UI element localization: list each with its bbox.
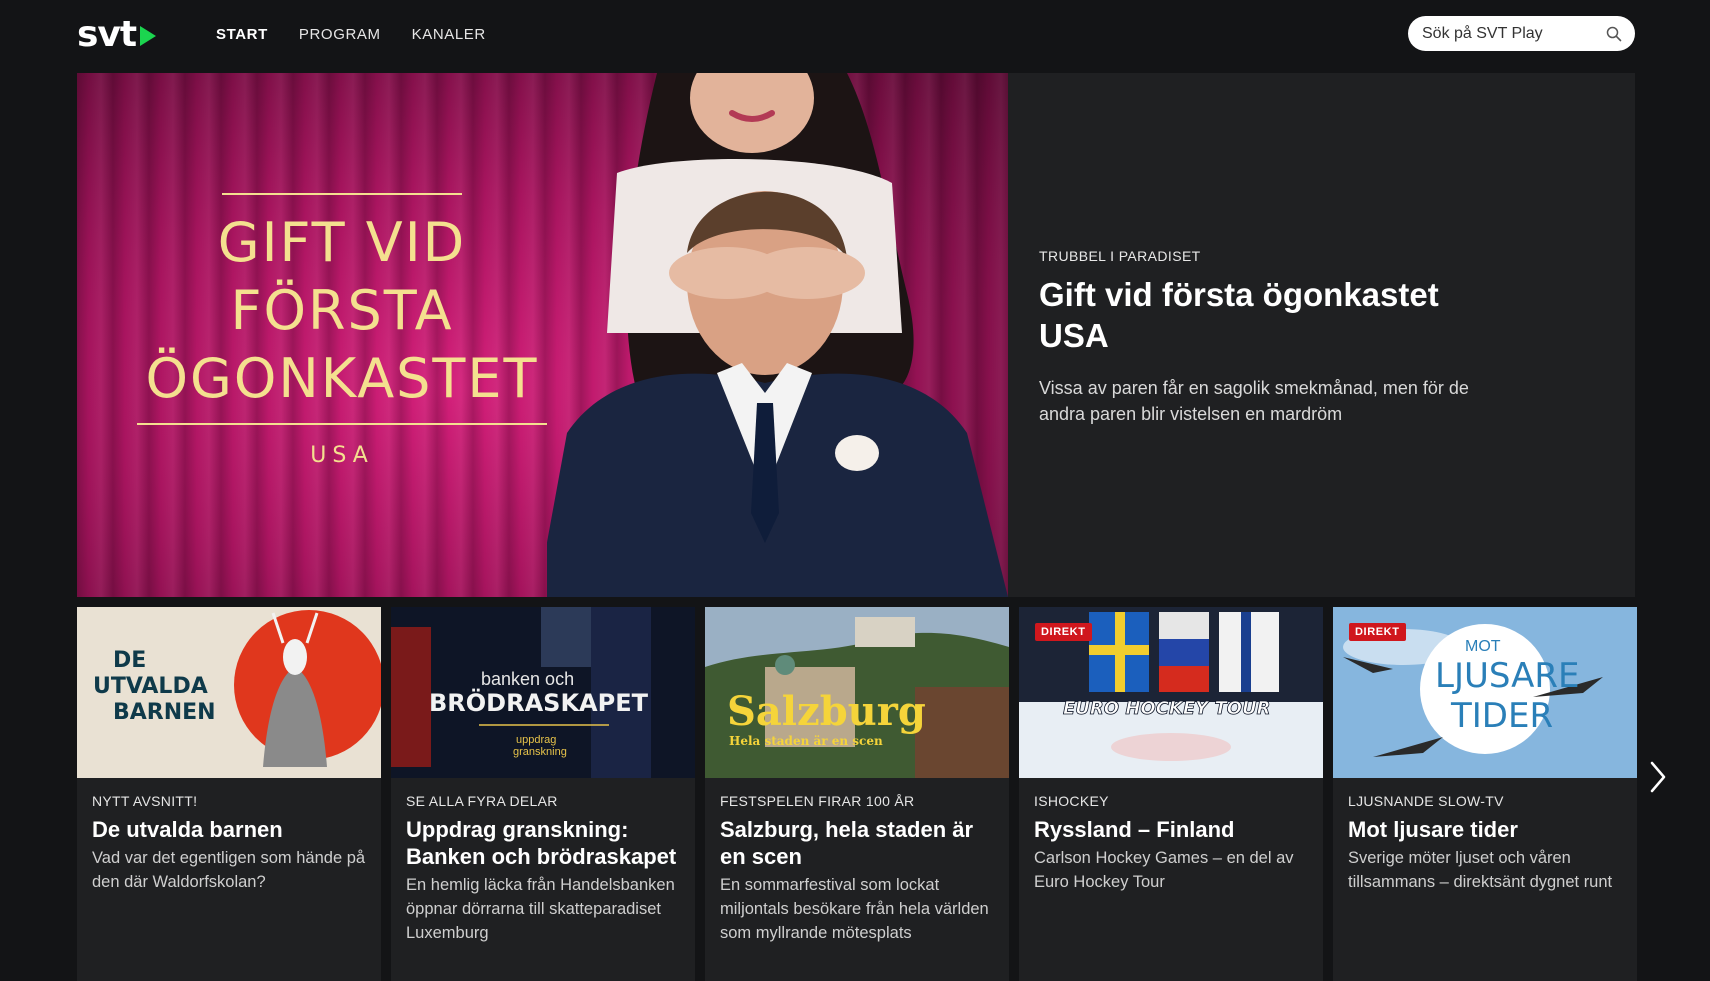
- card-description: Sverige möter ljuset och våren tillsamma…: [1348, 849, 1613, 891]
- card-kicker: SE ALLA FYRA DELAR: [406, 793, 558, 809]
- svg-text:TIDER: TIDER: [1450, 696, 1553, 736]
- thumbnail-art: DE UTVALDA BARNEN: [93, 610, 381, 767]
- svg-text:granskning: granskning: [513, 746, 567, 758]
- card-description: En hemlig läcka från Handelsbanken öppna…: [406, 876, 675, 942]
- search-icon[interactable]: [1606, 26, 1622, 42]
- card-title: Mot ljusare tider: [1348, 817, 1518, 842]
- card-kicker: LJUSNANDE SLOW-TV: [1348, 793, 1504, 809]
- card-title: De utvalda barnen: [92, 817, 283, 842]
- svg-text:LJUSARE: LJUSARE: [1435, 656, 1579, 696]
- card-salzburg[interactable]: Salzburg Hela staden är en scen FESTSPEL…: [705, 607, 1009, 981]
- hero-description: Vissa av paren får en sagolik smekmånad,…: [1039, 378, 1469, 424]
- card-de-utvalda-barnen[interactable]: DE UTVALDA BARNEN NYTT AVSNITT! De utval…: [77, 607, 381, 981]
- hero-logo-title: GIFT VID FÖRSTA ÖGONKASTET: [145, 211, 539, 410]
- card-banken-och-brodraskapet[interactable]: banken och BRÖDRASKAPET uppdrag granskni…: [391, 607, 695, 981]
- live-badge: DIREKT: [1349, 623, 1406, 641]
- card-body: NYTT AVSNITT! De utvalda barnen Vad var …: [77, 778, 381, 894]
- main-nav: START PROGRAM KANALER: [216, 26, 486, 43]
- nav-item-kanaler[interactable]: KANALER: [412, 26, 486, 43]
- card-title: Uppdrag granskning: Banken och brödraska…: [406, 817, 677, 869]
- svg-text:BRÖDRASKAPET: BRÖDRASKAPET: [429, 687, 649, 717]
- card-ryssland-finland[interactable]: EURO HOCKEY TOUR DIREKT ISHOCKEY Rysslan…: [1019, 607, 1323, 981]
- card-body: SE ALLA FYRA DELAR Uppdrag granskning: B…: [391, 778, 695, 945]
- hero-kicker: TRUBBEL I PARADISET: [1039, 248, 1201, 264]
- svg-text:EURO HOCKEY TOUR: EURO HOCKEY TOUR: [1063, 698, 1271, 719]
- play-triangle-icon: [140, 26, 157, 46]
- hero-banner[interactable]: GIFT VID FÖRSTA ÖGONKASTET USA TRUBBEL I…: [77, 73, 1635, 597]
- hero-logo-subtitle: USA: [310, 443, 374, 468]
- svg-text:BARNEN: BARNEN: [113, 700, 216, 725]
- card-kicker: ISHOCKEY: [1034, 793, 1109, 809]
- svg-text:uppdrag: uppdrag: [516, 734, 556, 746]
- card-thumbnail: Salzburg Hela staden är en scen: [705, 607, 1009, 778]
- nav-item-start[interactable]: START: [216, 26, 268, 43]
- svg-text:Salzburg: Salzburg: [727, 688, 926, 735]
- card-title: Ryssland – Finland: [1034, 817, 1235, 842]
- card-thumbnail: banken och BRÖDRASKAPET uppdrag granskni…: [391, 607, 695, 778]
- hero-image: GIFT VID FÖRSTA ÖGONKASTET USA: [77, 73, 1008, 597]
- chevron-right-icon[interactable]: [1648, 757, 1668, 797]
- card-thumbnail: EURO HOCKEY TOUR DIREKT: [1019, 607, 1323, 778]
- hero-title[interactable]: Gift vid första ögonkastet USA: [1039, 274, 1489, 356]
- card-kicker: NYTT AVSNITT!: [92, 793, 198, 809]
- nav-item-program[interactable]: PROGRAM: [299, 26, 381, 43]
- content-row: DE UTVALDA BARNEN NYTT AVSNITT! De utval…: [77, 607, 1637, 981]
- search-box: [1408, 16, 1635, 51]
- hero-info: TRUBBEL I PARADISET Gift vid första ögon…: [1039, 248, 1489, 427]
- card-description: Vad var det egentligen som hände på den …: [92, 849, 366, 891]
- couple-photo: [547, 73, 1008, 597]
- svt-play-logo[interactable]: svt: [77, 13, 157, 55]
- divider-heart: [222, 193, 462, 195]
- card-body: LJUSNANDE SLOW-TV Mot ljusare tider Sver…: [1333, 778, 1637, 894]
- thumbnail-art: Salzburg Hela staden är en scen: [705, 607, 1009, 778]
- divider-heart: [137, 423, 547, 425]
- card-thumbnail: DE UTVALDA BARNEN: [77, 607, 381, 778]
- live-badge: DIREKT: [1035, 623, 1092, 641]
- svg-text:Hela staden är en scen: Hela staden är en scen: [729, 734, 883, 748]
- svg-text:MOT: MOT: [1465, 638, 1501, 655]
- card-body: FESTSPELEN FIRAR 100 ÅR Salzburg, hela s…: [705, 778, 1009, 945]
- svg-text:DE: DE: [113, 648, 146, 673]
- card-body: ISHOCKEY Ryssland – Finland Carlson Hock…: [1019, 778, 1323, 894]
- card-description: En sommarfestival som lockat miljontals …: [720, 876, 989, 942]
- search-input[interactable]: [1422, 16, 1602, 51]
- hero-show-logo: GIFT VID FÖRSTA ÖGONKASTET USA: [132, 193, 552, 468]
- logo-text: svt: [77, 13, 137, 55]
- card-title: Salzburg, hela staden är en scen: [720, 817, 974, 869]
- card-kicker: FESTSPELEN FIRAR 100 ÅR: [720, 793, 915, 809]
- thumbnail-art: banken och BRÖDRASKAPET uppdrag granskni…: [391, 607, 695, 778]
- svg-text:UTVALDA: UTVALDA: [93, 674, 208, 699]
- top-bar: svt START PROGRAM KANALER: [0, 0, 1710, 72]
- svg-text:banken och: banken och: [481, 669, 574, 689]
- card-thumbnail: MOT LJUSARE TIDER DIREKT: [1333, 607, 1637, 778]
- card-mot-ljusare-tider[interactable]: MOT LJUSARE TIDER DIREKT LJUSNANDE SLOW-…: [1333, 607, 1637, 981]
- card-description: Carlson Hockey Games – en del av Euro Ho…: [1034, 849, 1294, 891]
